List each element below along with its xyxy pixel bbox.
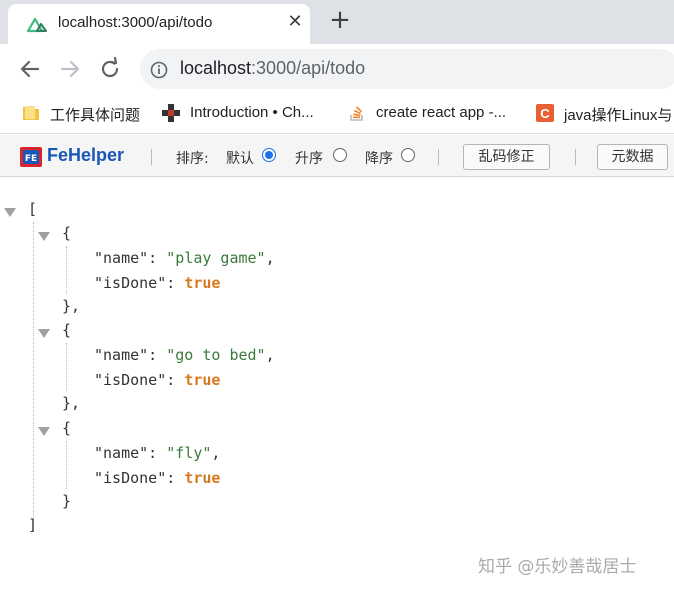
tab-strip: localhost:3000/api/todo ✕ + bbox=[0, 0, 674, 44]
svg-text:C: C bbox=[540, 106, 550, 121]
json-row: "name": "go to bed", bbox=[94, 346, 275, 364]
json-comma: , bbox=[265, 249, 275, 267]
bookmark-label: Introduction • Ch... bbox=[190, 104, 314, 121]
json-value-isdone: true bbox=[184, 469, 221, 487]
divider bbox=[151, 149, 152, 165]
sort-asc-label: 升序 bbox=[295, 151, 323, 167]
url-host: localhost bbox=[180, 58, 252, 78]
object-close-brace: }, bbox=[62, 394, 81, 412]
address-bar[interactable]: localhost:3000/api/todo bbox=[140, 49, 674, 89]
json-row: "isDone": true bbox=[94, 371, 220, 389]
indent-guide bbox=[33, 222, 34, 522]
new-tab-button[interactable]: + bbox=[326, 6, 354, 34]
stackoverflow-icon bbox=[350, 106, 363, 121]
collapse-triangle-icon[interactable] bbox=[38, 427, 50, 436]
url-path: :3000/api/todo bbox=[251, 58, 366, 78]
svg-text:FE: FE bbox=[25, 154, 37, 164]
json-open-bracket: [ bbox=[28, 200, 38, 218]
object-open-brace: { bbox=[62, 419, 72, 437]
browser-tab[interactable]: localhost:3000/api/todo ✕ bbox=[8, 4, 310, 44]
bookmark-item-java-linux[interactable]: C java操作Linux与 bbox=[536, 103, 674, 125]
json-key-isdone: "isDone": bbox=[94, 469, 176, 487]
collapse-triangle-icon[interactable] bbox=[38, 232, 50, 241]
json-value-name: "go to bed" bbox=[166, 346, 266, 364]
json-key-name: "name": bbox=[94, 444, 158, 462]
watermark: 知乎 @乐妙善哉居士 bbox=[478, 557, 637, 577]
divider bbox=[575, 149, 576, 165]
csdn-icon: C bbox=[536, 104, 554, 122]
sort-default-label: 默认 bbox=[226, 151, 254, 167]
fix-encoding-button[interactable]: 乱码修正 bbox=[463, 144, 550, 170]
json-value-isdone: true bbox=[184, 274, 221, 292]
sort-desc-label: 降序 bbox=[365, 151, 393, 167]
json-value-name: "fly" bbox=[166, 444, 212, 462]
bookmark-label: java操作Linux与 bbox=[564, 107, 673, 124]
metadata-button[interactable]: 元数据 bbox=[597, 144, 668, 170]
indent-guide bbox=[66, 343, 67, 391]
json-row: "name": "play game", bbox=[94, 249, 275, 267]
bookmark-item-create-react-app[interactable]: create react app -... bbox=[348, 103, 524, 125]
object-close-brace: } bbox=[62, 492, 72, 510]
bookmark-item-introduction[interactable]: Introduction • Ch... bbox=[162, 103, 334, 125]
bookmark-item-work-issues[interactable]: 工作具体问题 bbox=[22, 103, 152, 125]
navigation-toolbar: localhost:3000/api/todo bbox=[0, 44, 674, 94]
collapse-triangle-icon[interactable] bbox=[4, 208, 16, 217]
object-open-brace: { bbox=[62, 224, 72, 242]
json-comma: , bbox=[265, 346, 275, 364]
url-text: localhost:3000/api/todo bbox=[180, 58, 365, 79]
fehelper-name: FeHelper bbox=[47, 145, 125, 165]
back-arrow-icon[interactable] bbox=[16, 55, 44, 83]
tab-title: localhost:3000/api/todo bbox=[58, 14, 213, 31]
json-row: "isDone": true bbox=[94, 469, 220, 487]
sort-default-radio[interactable] bbox=[262, 148, 276, 162]
json-key-isdone: "isDone": bbox=[94, 371, 176, 389]
json-viewer: [ { "name": "play game", "isDone": true … bbox=[0, 178, 674, 591]
sort-asc-radio[interactable] bbox=[333, 148, 347, 162]
json-comma: , bbox=[211, 444, 221, 462]
folder-icon bbox=[23, 106, 39, 120]
info-icon[interactable] bbox=[150, 61, 168, 79]
bookmark-label: create react app -... bbox=[376, 104, 507, 121]
forward-arrow-icon[interactable] bbox=[56, 55, 84, 83]
reload-icon[interactable] bbox=[96, 55, 124, 83]
fehelper-logo-icon: FE bbox=[20, 147, 42, 167]
indent-guide bbox=[66, 246, 67, 294]
fehelper-toolbar: FE FeHelper 排序: 默认 升序 降序 乱码修正 元数据 bbox=[0, 135, 674, 177]
json-key-isdone: "isDone": bbox=[94, 274, 176, 292]
json-value-name: "play game" bbox=[166, 249, 266, 267]
collapse-triangle-icon[interactable] bbox=[38, 329, 50, 338]
sort-desc-radio[interactable] bbox=[401, 148, 415, 162]
pixel-icon bbox=[162, 104, 180, 122]
json-row: "isDone": true bbox=[94, 274, 220, 292]
json-key-name: "name": bbox=[94, 249, 158, 267]
tab-close-icon[interactable]: ✕ bbox=[284, 11, 306, 33]
sort-label: 排序: bbox=[176, 151, 209, 167]
json-value-isdone: true bbox=[184, 371, 221, 389]
nuxt-icon bbox=[26, 17, 47, 33]
bookmarks-bar: 工作具体问题 Introduction • Ch... create react… bbox=[0, 94, 674, 134]
indent-guide bbox=[66, 441, 67, 489]
json-row: "name": "fly", bbox=[94, 444, 220, 462]
bookmark-label: 工作具体问题 bbox=[50, 107, 141, 124]
json-key-name: "name": bbox=[94, 346, 158, 364]
divider bbox=[438, 149, 439, 165]
object-open-brace: { bbox=[62, 321, 72, 339]
json-close-bracket: ] bbox=[28, 516, 38, 534]
object-close-brace: }, bbox=[62, 297, 81, 315]
